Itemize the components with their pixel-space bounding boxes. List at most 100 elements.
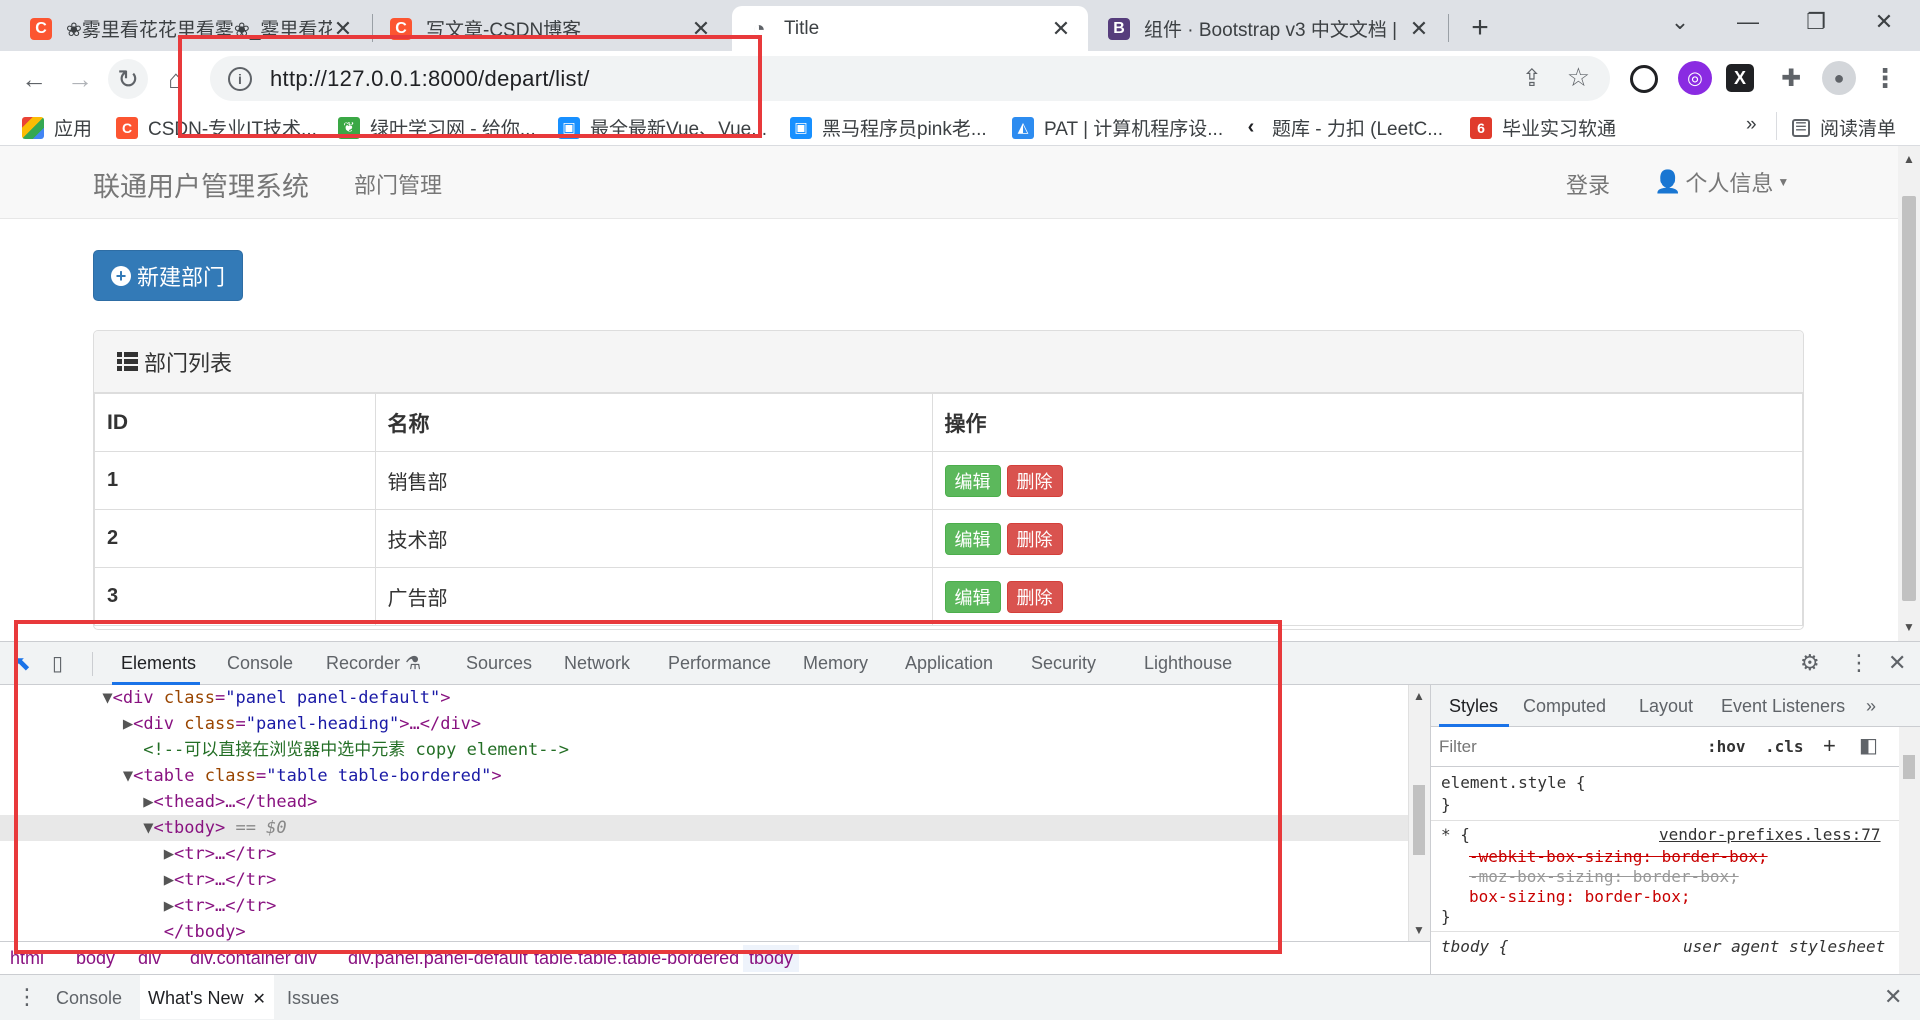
tab-console[interactable]: Console (227, 653, 293, 674)
forward-arrow-icon[interactable]: → (60, 59, 100, 99)
edit-button[interactable]: 编辑 (944, 580, 1001, 613)
tab-memory[interactable]: Memory (803, 653, 868, 674)
extension-purple-icon[interactable]: ◎ (1678, 61, 1712, 95)
breadcrumb-item[interactable]: html (10, 948, 44, 969)
tab-application[interactable]: Application (905, 653, 993, 674)
tab-csdn-blog[interactable]: C ❀雾里看花花里看雾❀_雾里看花 ✕ (14, 6, 370, 51)
bookmark-star-icon[interactable]: ☆ (1567, 62, 1590, 93)
rule-source-link[interactable]: vendor-prefixes.less:77 (1659, 825, 1881, 844)
dom-node[interactable]: ▶<tr>…</tr> (0, 841, 1408, 867)
tab-search-chevron-icon[interactable]: ⌄ (1646, 0, 1714, 44)
bookmark-pat[interactable]: ◭ PAT | 计算机程序设... (1012, 114, 1223, 141)
breadcrumb-item[interactable]: div.container (190, 948, 291, 969)
new-department-button[interactable]: + 新建部门 (93, 250, 243, 301)
more-tabs-icon[interactable]: » (1866, 696, 1876, 717)
breadcrumb-item[interactable]: div (138, 948, 161, 969)
close-devtools-icon[interactable]: ✕ (1888, 650, 1906, 676)
extension-x-icon[interactable]: X (1726, 64, 1754, 92)
extensions-puzzle-icon[interactable]: ✚ (1774, 61, 1808, 95)
tab-csdn-write[interactable]: C 写文章-CSDN博客 ✕ (374, 6, 728, 51)
new-rule-plus-icon[interactable]: + (1823, 733, 1836, 759)
elements-tree[interactable]: ▼<div class="panel panel-default"> ▶<div… (0, 685, 1408, 941)
tab-layout[interactable]: Layout (1639, 696, 1693, 717)
styles-filter-input[interactable] (1439, 733, 1689, 761)
tab-network[interactable]: Network (564, 653, 630, 674)
bookmark-vue[interactable]: ▣ 最全最新Vue、Vue... (558, 114, 767, 141)
bookmark-ruantong[interactable]: 6 毕业实习软通 (1470, 114, 1616, 141)
drawer-tab-issues[interactable]: Issues (287, 988, 339, 1009)
tab-lighthouse[interactable]: Lighthouse (1144, 653, 1232, 674)
dom-node[interactable]: ▼<tbody> == $0 (0, 815, 1408, 841)
delete-button[interactable]: 删除 (1006, 464, 1063, 497)
close-tab-icon[interactable]: ✕ (332, 16, 354, 42)
styles-scroll-thumb[interactable] (1903, 755, 1915, 779)
edit-button[interactable]: 编辑 (944, 464, 1001, 497)
nav-department-link[interactable]: 部门管理 (354, 168, 442, 200)
breadcrumb-item[interactable]: tbody (743, 945, 800, 972)
tab-bootstrap[interactable]: B 组件 · Bootstrap v3 中文文档 | ✕ (1092, 6, 1446, 51)
dom-comment-node[interactable]: <!--可以直接在浏览器中选中元素 copy element--> (0, 737, 1408, 763)
reading-list-button[interactable]: ≡ 阅读清单 (1792, 114, 1896, 141)
brand-link[interactable]: 联通用户管理系统 (93, 165, 309, 204)
restore-icon[interactable]: ❐ (1782, 0, 1850, 44)
close-drawer-icon[interactable]: ✕ (1884, 984, 1902, 1010)
styles-scrollbar[interactable] (1899, 727, 1920, 974)
dom-node[interactable]: ▼<table class="table table-bordered"> (0, 763, 1408, 789)
class-toggle[interactable]: .cls (1765, 737, 1804, 756)
delete-button[interactable]: 删除 (1006, 580, 1063, 613)
scroll-up-icon[interactable]: ▲ (1409, 687, 1429, 705)
menu-dots-icon[interactable]: ⋮ (1868, 61, 1902, 95)
url-text[interactable]: http://127.0.0.1:8000/depart/list/ (270, 66, 590, 92)
bookmark-lvye[interactable]: ❦ 绿叶学习网 - 给你... (338, 114, 536, 141)
bookmark-leetcode[interactable]: ‹ 题库 - 力扣 (LeetC... (1240, 114, 1443, 141)
reload-icon[interactable]: ↻ (108, 59, 148, 99)
drawer-tab-whats-new[interactable]: What's New ✕ (140, 975, 274, 1019)
bookmark-csdn[interactable]: C CSDN-专业IT技术... (116, 114, 317, 141)
back-arrow-icon[interactable]: ← (14, 59, 54, 99)
css-prop-webkit[interactable]: -webkit-box-sizing: border-box; (1469, 847, 1768, 866)
edit-button[interactable]: 编辑 (944, 522, 1001, 555)
css-prop-moz[interactable]: -moz-box-sizing: border-box; (1469, 867, 1739, 886)
breadcrumb-item[interactable]: body (76, 948, 115, 969)
address-bar[interactable]: i http://127.0.0.1:8000/depart/list/ ⇪ ☆ (210, 56, 1610, 101)
bookmark-pink[interactable]: ▣ 黑马程序员pink老... (790, 114, 987, 141)
settings-gear-icon[interactable]: ⚙ (1800, 650, 1820, 676)
dom-node[interactable]: ▼<div class="panel panel-default"> (0, 685, 1408, 711)
home-icon[interactable]: ⌂ (156, 59, 196, 99)
inspect-element-icon[interactable]: ⬉ (14, 651, 31, 676)
tab-title-active[interactable]: ◔ Title ✕ (732, 6, 1088, 51)
site-info-icon[interactable]: i (228, 66, 252, 91)
breadcrumb-item[interactable]: div (294, 948, 317, 969)
tab-styles[interactable]: Styles (1449, 696, 1498, 717)
tab-performance[interactable]: Performance (668, 653, 771, 674)
hover-state-toggle[interactable]: :hov (1707, 737, 1746, 756)
close-drawer-tab-icon[interactable]: ✕ (252, 991, 265, 1008)
new-tab-button[interactable]: + (1462, 10, 1498, 46)
tab-computed[interactable]: Computed (1523, 696, 1606, 717)
devtools-menu-icon[interactable]: ⋮ (1848, 650, 1870, 676)
share-icon[interactable]: ⇪ (1522, 64, 1542, 93)
tab-security[interactable]: Security (1031, 653, 1096, 674)
tab-elements[interactable]: Elements (121, 653, 196, 674)
drawer-menu-icon[interactable]: ⋮ (16, 984, 38, 1010)
bookmark-apps[interactable]: 应用 (22, 114, 92, 141)
dom-node[interactable]: ▶<div class="panel-heading">…</div> (0, 711, 1408, 737)
tab-event-listeners[interactable]: Event Listeners (1721, 696, 1845, 717)
nav-user-dropdown[interactable]: 👤 个人信息 ▼ (1654, 166, 1789, 198)
scroll-down-icon[interactable]: ▼ (1409, 921, 1429, 939)
breadcrumb-item[interactable]: table.table.table-bordered (534, 948, 739, 969)
toggle-sidebar-icon[interactable]: ◧ (1859, 733, 1878, 758)
dom-node[interactable]: ▶<tr>…</tr> (0, 893, 1408, 919)
device-toolbar-icon[interactable]: ▯ (52, 651, 63, 676)
dom-node[interactable]: ▶<tr>…</tr> (0, 867, 1408, 893)
minimize-icon[interactable]: — (1714, 0, 1782, 44)
dom-node[interactable]: </tbody> (0, 919, 1408, 941)
profile-avatar-icon[interactable]: ● (1822, 61, 1856, 95)
close-tab-icon[interactable]: ✕ (690, 16, 712, 42)
scroll-down-icon[interactable]: ▼ (1898, 618, 1920, 636)
close-window-icon[interactable]: ✕ (1850, 0, 1918, 44)
bookmarks-more-button[interactable]: » (1746, 114, 1757, 136)
css-prop-box-sizing[interactable]: box-sizing: border-box; (1469, 887, 1691, 906)
extension-link-icon[interactable] (1630, 65, 1658, 93)
tab-sources[interactable]: Sources (466, 653, 532, 674)
